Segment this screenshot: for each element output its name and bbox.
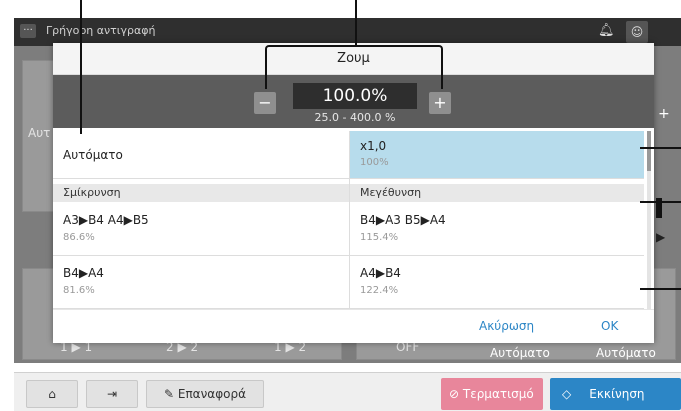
logout-button[interactable]: ⇥	[86, 380, 138, 408]
enlarge-option-2-label: A4▶B4	[360, 266, 401, 280]
bg-label-auto: Αυτ	[28, 126, 51, 140]
reduce-option-2-label: B4▶A4	[63, 266, 104, 280]
enlarge-option-1[interactable]: B4▶A3 B5▶A4 115.4%	[350, 203, 644, 256]
pencil-icon: ✎	[164, 387, 178, 401]
zoom-range: 25.0 - 400.0 %	[314, 111, 396, 124]
enlarge-option-1-label: B4▶A3 B5▶A4	[360, 213, 446, 227]
list-bottom-divider	[53, 309, 654, 310]
reduce-header: Σμίκρυνση	[53, 184, 349, 202]
logout-icon: ⇥	[106, 387, 118, 401]
enlarge-option-2-percent: 122.4%	[360, 285, 399, 296]
column-divider	[349, 131, 350, 309]
start-icon: ◇	[562, 387, 572, 401]
stop-button[interactable]: ⊘ Τερματισμό	[441, 378, 543, 410]
bell-icon[interactable]: 🔔︎	[598, 23, 615, 39]
bg-label-auto-2: Αυτόματο	[490, 346, 550, 360]
reduce-option-2-percent: 81.6%	[63, 285, 95, 296]
ok-button[interactable]: OK	[601, 319, 618, 333]
reset-button[interactable]: ✎ Επαναφορά	[146, 380, 264, 408]
reduce-header-label: Σμίκρυνση	[63, 186, 121, 199]
reduce-option-1[interactable]: A3▶B4 A4▶B5 86.6%	[53, 203, 349, 256]
enlarge-option-1-percent: 115.4%	[360, 232, 399, 243]
auto-label: Αυτόματο	[63, 148, 123, 162]
callout-bracket-zoom	[265, 45, 443, 89]
start-label: Εκκίνηση	[589, 387, 645, 401]
x1-percent: 100%	[360, 157, 389, 168]
bg-scroll-marker	[656, 198, 662, 218]
reduce-option-2[interactable]: B4▶A4 81.6%	[53, 256, 349, 309]
callout-line-title	[355, 0, 357, 46]
home-icon: ⌂	[48, 387, 56, 401]
auto-option[interactable]: Αυτόματο	[53, 131, 349, 179]
home-button[interactable]: ⌂	[26, 380, 78, 408]
bg-arrow-right-icon: ▶	[656, 230, 666, 244]
enlarge-option-2[interactable]: A4▶B4 122.4%	[350, 256, 644, 309]
reduce-option-1-percent: 86.6%	[63, 232, 95, 243]
callout-line-enlarge-2	[640, 288, 681, 290]
zoom-plus-button[interactable]: +	[429, 92, 451, 114]
x1-label: x1,0	[360, 139, 387, 153]
callout-line-auto	[80, 0, 82, 134]
enlarge-header: Μεγέθυνση	[350, 184, 644, 202]
account-icon[interactable]: ☺	[626, 21, 648, 43]
x1-option[interactable]: x1,0 100%	[350, 131, 644, 179]
app-title: Γρήγορη αντιγραφή	[46, 24, 156, 37]
zoom-minus-button[interactable]: −	[254, 92, 276, 114]
bg-plus-icon: +	[658, 106, 670, 122]
reduce-option-1-label: A3▶B4 A4▶B5	[63, 213, 149, 227]
app-top-bar: ··· Γρήγορη αντιγραφή 🔔︎ ☺	[14, 18, 681, 46]
start-button[interactable]: ◇ Εκκίνηση	[550, 378, 681, 410]
stop-icon: ⊘	[449, 387, 463, 401]
cancel-button[interactable]: Ακύρωση	[479, 319, 534, 333]
enlarge-header-label: Μεγέθυνση	[360, 186, 422, 199]
stop-label: Τερματισμό	[462, 387, 534, 401]
bg-label-auto-3: Αυτόματο	[596, 346, 656, 360]
menu-icon[interactable]: ···	[20, 24, 36, 38]
reset-label: Επαναφορά	[177, 387, 246, 401]
callout-line-x1	[640, 147, 681, 149]
scrollbar-thumb[interactable]	[647, 131, 651, 171]
